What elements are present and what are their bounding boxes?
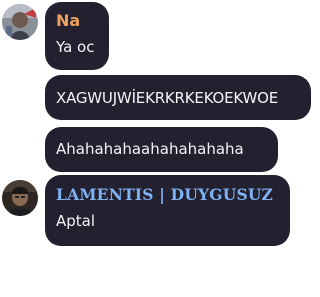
message-bubble: LAMENTIS | DUYGUSUZ Aptal: [45, 175, 290, 246]
message-text: Ya oc: [56, 38, 95, 56]
avatar-photo-icon: [2, 180, 38, 216]
avatar[interactable]: [2, 180, 38, 216]
message-bubble: XAGWUJWİEKRKRKEKOEKWOE: [45, 75, 311, 120]
message-text: XAGWUJWİEKRKRKEKOEKWOE: [56, 89, 279, 107]
message-text: Ahahahahaahahahahaha: [56, 140, 244, 158]
message-bubble: Na Ya oc: [45, 2, 109, 70]
avatar[interactable]: [2, 4, 38, 40]
message-bubble: Ahahahahaahahahahaha: [45, 127, 278, 172]
avatar-photo-icon: [2, 4, 38, 40]
message-text: Aptal: [56, 212, 96, 230]
author-name[interactable]: LAMENTIS | DUYGUSUZ: [56, 185, 273, 204]
author-name[interactable]: Na: [56, 11, 80, 30]
